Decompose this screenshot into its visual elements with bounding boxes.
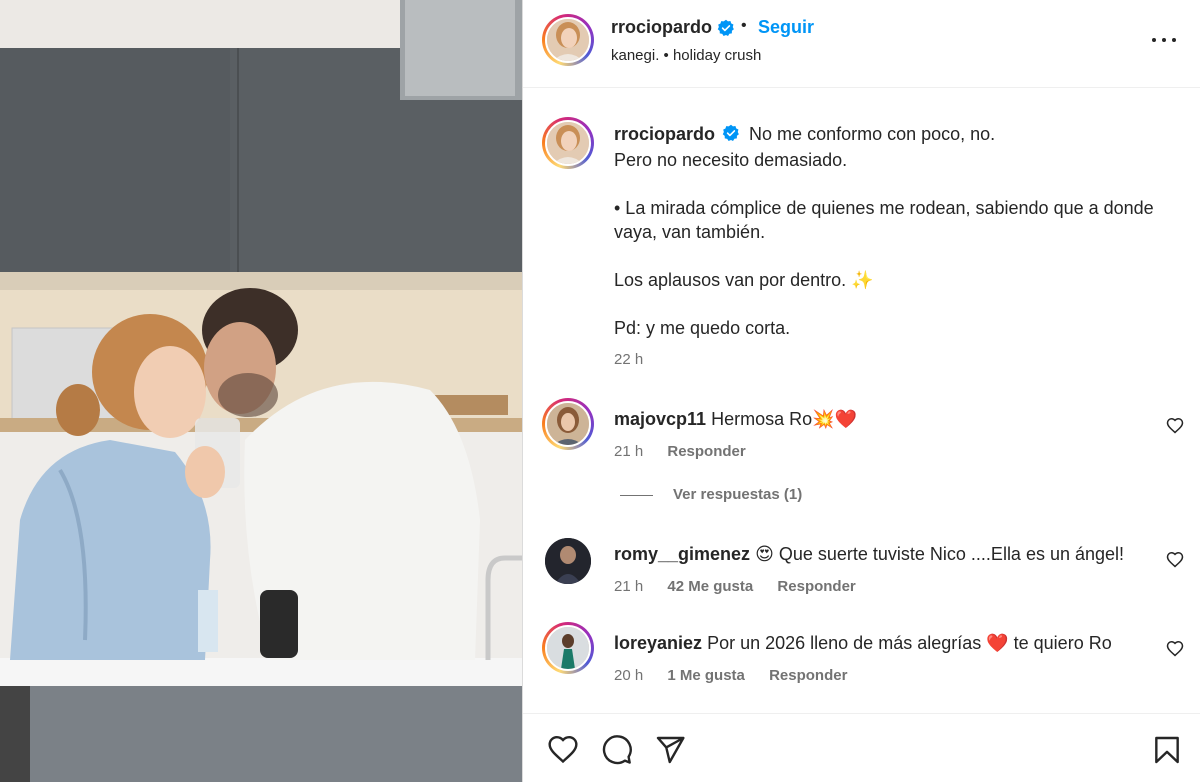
photo-illustration — [0, 0, 522, 782]
verified-badge-icon — [722, 124, 740, 148]
view-replies-button[interactable]: Ver respuestas (1) — [620, 486, 802, 503]
post-details-panel: rrociopardo • Seguir kanegi. • holiday c… — [522, 0, 1200, 782]
author-avatar-image — [547, 19, 589, 61]
view-replies-label: Ver respuestas (1) — [673, 486, 803, 503]
post-header: rrociopardo • Seguir kanegi. • holiday c… — [523, 0, 1200, 88]
commenter-avatar-image — [547, 403, 589, 445]
comment-meta: 21 h Responder — [614, 443, 766, 460]
comment-username[interactable]: loreyaniez — [614, 633, 702, 653]
comment-time[interactable]: 20 h — [614, 667, 643, 684]
header-separator: • — [741, 17, 747, 34]
comment-text: 😍 Que suerte tuviste Nico ....Ella es un… — [755, 544, 1125, 564]
audio-track-link[interactable]: kanegi. • holiday crush — [611, 47, 761, 64]
comment-time[interactable]: 21 h — [614, 578, 643, 595]
commenter-avatar[interactable] — [542, 398, 594, 450]
caption-line: Pd: y me quedo corta. — [614, 318, 791, 338]
paper-plane-icon[interactable] — [654, 734, 686, 771]
comment-like-heart-icon[interactable] — [1166, 417, 1184, 440]
comment-bubble-icon[interactable] — [601, 734, 633, 771]
bookmark-icon[interactable] — [1151, 734, 1183, 771]
commenter-avatar-image — [545, 538, 591, 584]
comment-like-heart-icon[interactable] — [1166, 640, 1184, 663]
comment-text-line: loreyaniez Por un 2026 lleno de más aleg… — [614, 631, 1112, 655]
caption-author-avatar[interactable] — [542, 117, 594, 169]
comment-likes-count[interactable]: 1 Me gusta — [667, 667, 745, 684]
caption-username[interactable]: rrociopardo — [614, 124, 715, 144]
caption-line: Pero no necesito demasiado. — [614, 150, 848, 170]
caption-line: • La mirada cómplice de quienes me rodea… — [614, 198, 1154, 218]
author-avatar[interactable] — [542, 14, 594, 66]
author-username[interactable]: rrociopardo — [611, 17, 712, 38]
caption-body: rrociopardo No me conformo con poco, no.… — [614, 122, 1194, 340]
comment-time[interactable]: 21 h — [614, 443, 643, 460]
comment-username[interactable]: majovcp11 — [614, 409, 706, 429]
caption-line: No me conformo con poco, no. — [749, 124, 996, 144]
commenter-avatar-image — [547, 627, 589, 669]
comment-like-heart-icon[interactable] — [1166, 551, 1184, 574]
heart-icon[interactable] — [547, 734, 579, 771]
post-action-bar — [523, 713, 1200, 782]
reply-button[interactable]: Responder — [667, 443, 745, 460]
comment-meta: 21 h 42 Me gusta Responder — [614, 578, 876, 595]
comment-text-line: romy__gimenez 😍 Que suerte tuviste Nico … — [614, 542, 1124, 566]
reply-button[interactable]: Responder — [777, 578, 855, 595]
verified-badge-icon — [717, 19, 735, 42]
comment-text: Por un 2026 lleno de más alegrías ❤️ te … — [707, 633, 1112, 653]
commenter-avatar[interactable] — [542, 535, 594, 587]
more-options-icon[interactable] — [1149, 28, 1179, 52]
comment-text: Hermosa Ro💥❤️ — [711, 409, 857, 429]
caption-first-line: rrociopardo No me conformo con poco, no. — [614, 122, 1194, 148]
comment-text-line: majovcp11 Hermosa Ro💥❤️ — [614, 407, 857, 431]
replies-divider-line — [620, 494, 653, 496]
comment-username[interactable]: romy__gimenez — [614, 544, 750, 564]
caption-line: Los aplausos van por dentro. ✨ — [614, 270, 874, 290]
follow-button[interactable]: Seguir — [758, 17, 814, 38]
comment-meta: 20 h 1 Me gusta Responder — [614, 667, 867, 684]
caption-line: vaya, van también. — [614, 222, 766, 242]
commenter-avatar[interactable] — [542, 622, 594, 674]
comment-likes-count[interactable]: 42 Me gusta — [667, 578, 753, 595]
reply-button[interactable]: Responder — [769, 667, 847, 684]
caption-timestamp[interactable]: 22 h — [614, 351, 643, 368]
caption-avatar-image — [547, 122, 589, 164]
post-media-photo[interactable] — [0, 0, 522, 782]
